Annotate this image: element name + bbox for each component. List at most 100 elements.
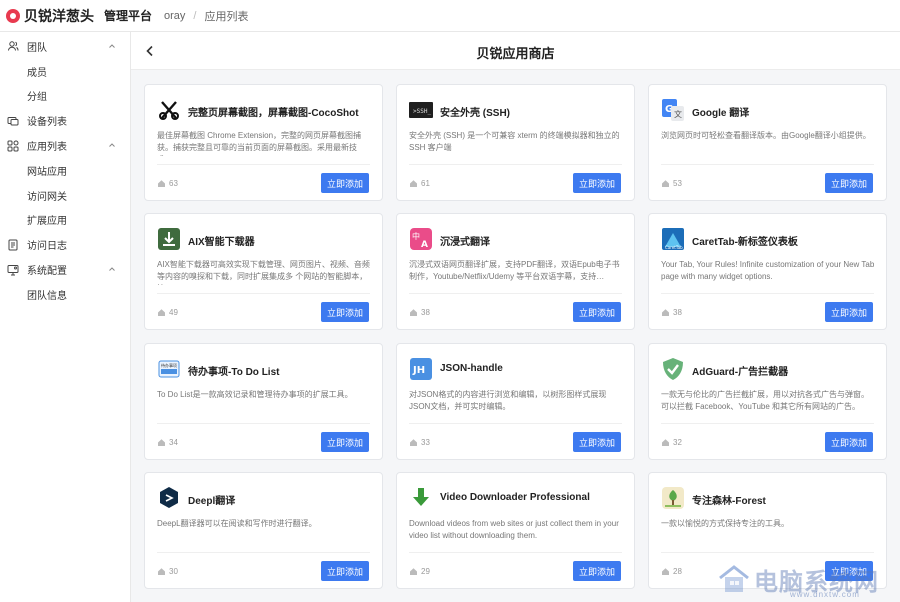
adguard-icon <box>661 357 685 381</box>
top-bar: 贝锐洋葱头 管理平台 oray / 应用列表 <box>0 0 900 32</box>
sidebar-item-groups[interactable]: 分组 <box>0 84 130 109</box>
app-title: Deepl翻译 <box>188 496 236 507</box>
app-description: 最佳屏幕截图 Chrome Extension，完整的网页屏幕截图捕获。捕获完整… <box>157 131 362 156</box>
breadcrumb-team[interactable]: oray <box>164 10 185 22</box>
app-title: 安全外壳 (SSH) <box>440 108 510 119</box>
svg-text:待办事项: 待办事项 <box>161 362 177 368</box>
settings-icon <box>7 264 19 276</box>
app-card: >SSH_ 安全外壳 (SSH) 安全外壳 (SSH) 是一个可兼容 xterm 的… <box>396 84 635 201</box>
cocoshot-icon <box>157 98 181 122</box>
add-app-button[interactable]: 立即添加 <box>825 173 873 193</box>
popularity-icon <box>410 439 417 446</box>
sidebar-item-label: 设备列表 <box>27 117 67 129</box>
json-icon: JH <box>409 357 433 381</box>
app-card: Deepl翻译 DeepL翻译器可以在阅读和写作时进行翻译。 30 立即添加 <box>144 472 383 589</box>
add-app-button[interactable]: 立即添加 <box>825 432 873 452</box>
svg-text:JH: JH <box>412 365 425 376</box>
popularity-value: 32 <box>673 438 682 447</box>
sidebar-item-apps[interactable]: 应用列表 <box>0 133 130 158</box>
chevron-up-icon <box>109 267 115 272</box>
divider <box>661 293 874 294</box>
popularity-count: 53 <box>661 179 682 188</box>
sidebar-item-team-info[interactable]: 团队信息 <box>0 282 130 307</box>
popularity-count: 38 <box>409 308 430 317</box>
sidebar: 团队 成员 分组 设备列表 应用列表 网站应用 访问网关 扩展应用 访问日志 系… <box>0 32 131 602</box>
add-app-button[interactable]: 立即添加 <box>321 302 369 322</box>
sidebar-item-gateway[interactable]: 访问网关 <box>0 183 130 208</box>
app-title: 待办事项-To Do List <box>188 367 280 378</box>
chevron-up-icon <box>109 44 115 48</box>
popularity-count: 32 <box>661 438 682 447</box>
popularity-value: 30 <box>169 567 178 576</box>
page-header: 贝锐应用商店 <box>131 32 900 70</box>
app-title: AdGuard-广告拦截器 <box>692 367 789 378</box>
popularity-count: 61 <box>409 179 430 188</box>
divider <box>157 293 370 294</box>
popularity-count: 49 <box>157 308 178 317</box>
add-app-button[interactable]: 立即添加 <box>573 302 621 322</box>
add-app-button[interactable]: 立即添加 <box>825 302 873 322</box>
app-title: Google 翻译 <box>692 108 750 119</box>
divider <box>157 164 370 165</box>
sidebar-item-label: 访问网关 <box>27 191 67 203</box>
divider <box>157 423 370 424</box>
popularity-icon <box>662 568 669 575</box>
popularity-icon <box>158 309 165 316</box>
app-card: AIX智能下载器 AIX智能下载器可高效实现下载管理、网页图片、视频、音频等内容的… <box>144 213 383 330</box>
app-title: 完整页屏幕截图，屏幕截图-CocoShot <box>188 108 359 119</box>
popularity-count: 29 <box>409 567 430 576</box>
app-description: DeepL翻译器可以在阅读和写作时进行翻译。 <box>157 519 317 528</box>
add-app-button[interactable]: 立即添加 <box>321 561 369 581</box>
sidebar-item-label: 扩展应用 <box>27 216 67 228</box>
app-description: 一款无与伦比的广告拦截扩展，用以对抗各式广告与弹窗。可以拦截 Facebook、… <box>661 390 869 411</box>
todo-icon: 待办事项 <box>157 357 181 381</box>
video-download-icon <box>409 486 433 510</box>
page-title: 贝锐应用商店 <box>476 46 555 61</box>
app-description: 一款以愉悦的方式保持专注的工具。 <box>661 519 789 528</box>
divider <box>661 552 874 553</box>
sidebar-item-members[interactable]: 成员 <box>0 59 130 84</box>
sidebar-item-settings[interactable]: 系统配置 <box>0 257 130 282</box>
popularity-icon <box>158 180 165 187</box>
sidebar-item-extensions[interactable]: 扩展应用 <box>0 208 130 233</box>
add-app-button[interactable]: 立即添加 <box>573 432 621 452</box>
popularity-value: 34 <box>169 438 178 447</box>
popularity-count: 34 <box>157 438 178 447</box>
add-app-button[interactable]: 立即添加 <box>321 173 369 193</box>
add-app-button[interactable]: 立即添加 <box>321 432 369 452</box>
popularity-icon <box>410 568 417 575</box>
app-description: 沉浸式双语网页翻译扩展，支持PDF翻译，双语Epub电子书制作，Youtube/… <box>409 260 620 281</box>
sidebar-item-team[interactable]: 团队 <box>0 34 130 59</box>
popularity-count: 63 <box>157 179 178 188</box>
app-title: CaretTab-新标签仪表板 <box>692 237 798 248</box>
carettab-icon: CaretTab <box>661 227 685 251</box>
google-translate-icon: G文 <box>661 98 685 122</box>
app-card: JH JSON-handle 对JSON格式的内容进行浏览和编辑，以树形图样式展现J… <box>396 343 635 460</box>
sidebar-item-label: 网站应用 <box>27 166 67 178</box>
app-card: AdGuard-广告拦截器一款无与伦比的广告拦截扩展，用以对抗各式广告与弹窗。可… <box>648 343 887 460</box>
app-card: 待办事项待办事项-To Do List To Do List是一款高效记录和管理待… <box>144 343 383 460</box>
apps-icon <box>7 140 19 152</box>
divider <box>409 423 622 424</box>
app-card: 完整页屏幕截图，屏幕截图-CocoShot 最佳屏幕截图 Chrome Exten… <box>144 84 383 201</box>
popularity-icon <box>158 439 165 446</box>
brand-logo-icon <box>6 8 20 23</box>
breadcrumb-separator: / <box>193 9 197 22</box>
popularity-icon <box>662 439 669 446</box>
popularity-value: 49 <box>169 308 178 317</box>
sidebar-item-access-log[interactable]: 访问日志 <box>0 232 130 257</box>
popularity-value: 38 <box>421 308 430 317</box>
app-title: AIX智能下载器 <box>188 237 255 248</box>
app-card: 中 A 沉浸式翻译 沉浸式双语网页翻译扩展，支持PDF翻译，双语Epub电子书制作，Y… <box>396 213 635 330</box>
divider <box>661 164 874 165</box>
app-title: JSON-handle <box>440 363 503 374</box>
popularity-value: 38 <box>673 308 682 317</box>
popularity-count: 28 <box>661 567 682 576</box>
app-description: To Do List是一款高效记录和管理待办事项的扩展工具。 <box>157 390 353 399</box>
add-app-button[interactable]: 立即添加 <box>573 561 621 581</box>
main-content: 贝锐应用商店 完整页屏幕截图，屏幕截图-CocoShot 最佳屏幕截图 Chrom… <box>131 32 900 602</box>
app-title: 专注森林-Forest <box>692 496 766 507</box>
sidebar-item-web-apps[interactable]: 网站应用 <box>0 158 130 183</box>
sidebar-item-devices[interactable]: 设备列表 <box>0 108 130 133</box>
add-app-button[interactable]: 立即添加 <box>573 173 621 193</box>
